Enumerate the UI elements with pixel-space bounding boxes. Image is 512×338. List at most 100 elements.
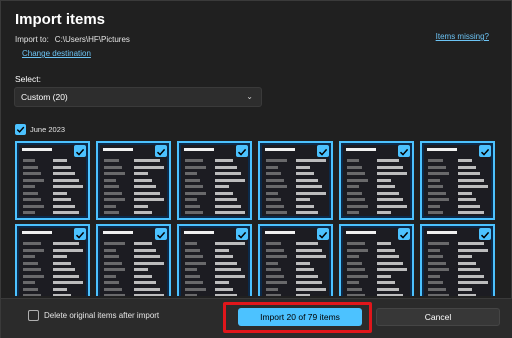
photo-thumbnail[interactable]: [177, 141, 252, 220]
thumbnail-checkbox[interactable]: [479, 145, 491, 157]
thumbnail-checkbox[interactable]: [155, 145, 167, 157]
thumbnail-line: [266, 191, 278, 195]
thumbnail-line: [377, 274, 391, 278]
thumbnail-line: [428, 185, 443, 188]
thumbnail-checkbox[interactable]: [317, 228, 329, 240]
thumbnail-line: [347, 172, 365, 175]
thumbnail-line: [377, 268, 407, 271]
thumbnail-line: [458, 294, 476, 296]
thumbnail-line: [458, 159, 472, 162]
change-destination-link[interactable]: Change destination: [22, 49, 91, 58]
cancel-button[interactable]: Cancel: [376, 308, 500, 326]
checkmark-icon: [237, 148, 247, 156]
thumbnail-line: [458, 191, 472, 195]
thumbnail-line: [23, 242, 41, 245]
thumbnail-checkbox[interactable]: [317, 145, 329, 157]
dialog-footer: Delete original items after import Impor…: [1, 298, 512, 338]
checkmark-icon: [75, 148, 85, 156]
checkmark-icon: [480, 148, 490, 156]
import-button[interactable]: Import 20 of 79 items: [238, 308, 362, 326]
items-missing-link[interactable]: Items missing?: [436, 32, 489, 41]
thumbnail-line: [185, 261, 206, 265]
thumbnail-line: [296, 204, 314, 208]
selection-dropdown[interactable]: Custom (20) ⌄: [14, 87, 262, 107]
thumbnail-line: [428, 159, 443, 162]
photo-thumbnail[interactable]: [258, 141, 333, 220]
photo-thumbnail[interactable]: [339, 224, 414, 296]
thumbnail-line: [23, 159, 35, 162]
thumbnail-line: [347, 261, 362, 265]
thumbnail-line: [215, 242, 245, 245]
photo-thumbnail[interactable]: [177, 224, 252, 296]
thumbnail-line: [215, 287, 233, 291]
thumbnail-line: [185, 178, 200, 182]
thumbnail-line: [185, 198, 197, 201]
thumbnail-line: [347, 185, 359, 188]
thumbnail-line: [185, 191, 206, 195]
group-label: June 2023: [30, 125, 66, 134]
thumbnail-line: [104, 287, 122, 291]
photo-thumbnail[interactable]: [420, 224, 495, 296]
thumbnail-line: [377, 172, 407, 175]
thumbnail-line: [104, 255, 119, 258]
thumbnail-line: [296, 294, 310, 296]
thumbnail-checkbox[interactable]: [155, 228, 167, 240]
thumbnail-header: [103, 148, 133, 151]
checkmark-icon: [399, 231, 409, 239]
chevron-down-icon: ⌄: [246, 92, 253, 101]
photo-thumbnail[interactable]: [339, 141, 414, 220]
thumbnail-line: [347, 281, 359, 284]
photo-thumbnail[interactable]: [15, 141, 90, 220]
thumbnail-line: [377, 185, 395, 188]
thumbnail-line: [347, 294, 365, 296]
thumbnail-checkbox[interactable]: [398, 228, 410, 240]
thumbnail-line: [296, 185, 322, 188]
thumbnail-line: [215, 185, 229, 188]
thumbnail-checkbox[interactable]: [398, 145, 410, 157]
thumbnail-line: [296, 165, 310, 169]
photo-thumbnail[interactable]: [258, 224, 333, 296]
thumbnail-line: [266, 159, 287, 162]
checkmark-icon: [75, 231, 85, 239]
thumbnail-line: [104, 294, 125, 296]
thumbnail-header: [265, 148, 295, 151]
group-checkbox[interactable]: [15, 124, 26, 135]
thumbnail-header: [103, 231, 133, 234]
thumbnail-line: [104, 172, 125, 175]
thumbnail-line: [458, 281, 488, 284]
thumbnail-line: [23, 204, 44, 208]
thumbnail-line: [215, 165, 237, 169]
thumbnail-line: [134, 281, 156, 284]
thumbnail-line: [428, 204, 440, 208]
checkmark-icon: [16, 126, 25, 133]
thumbnail-line: [23, 281, 35, 284]
import-to-label: Import to:: [15, 35, 49, 44]
thumbnail-checkbox[interactable]: [74, 145, 86, 157]
thumbnail-checkbox[interactable]: [479, 228, 491, 240]
thumbnail-line: [53, 165, 71, 169]
thumbnail-line: [377, 294, 403, 296]
photo-thumbnail[interactable]: [420, 141, 495, 220]
thumbnail-line: [458, 248, 488, 252]
thumbnail-line: [266, 261, 278, 265]
thumbnail-line: [23, 274, 44, 278]
import-to-path: C:\Users\HF\Pictures: [54, 35, 130, 44]
thumbnail-checkbox[interactable]: [236, 228, 248, 240]
checkmark-icon: [399, 148, 409, 156]
thumbnail-line: [266, 255, 287, 258]
thumbnail-line: [23, 248, 44, 252]
thumbnail-checkbox[interactable]: [236, 145, 248, 157]
delete-originals-checkbox[interactable]: [28, 310, 39, 321]
photo-thumbnail[interactable]: [96, 141, 171, 220]
photo-thumbnail[interactable]: [96, 224, 171, 296]
thumbnail-line: [428, 211, 443, 214]
thumbnail-line: [134, 261, 164, 265]
thumbnail-line: [266, 242, 281, 245]
thumbnail-line: [266, 185, 287, 188]
thumbnail-line: [215, 268, 241, 271]
photo-thumbnail[interactable]: [15, 224, 90, 296]
thumbnail-line: [134, 204, 148, 208]
thumbnail-line: [458, 185, 488, 188]
thumbnail-line: [23, 294, 41, 296]
thumbnail-checkbox[interactable]: [74, 228, 86, 240]
